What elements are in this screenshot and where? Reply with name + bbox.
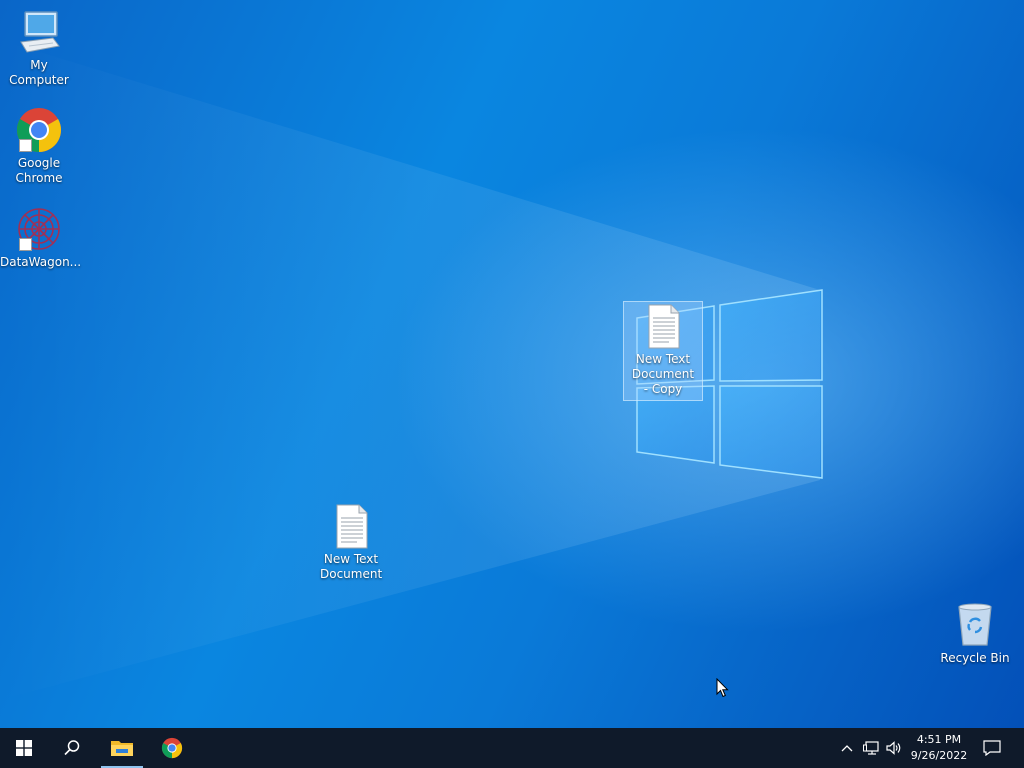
clock-time: 4:51 PM bbox=[916, 733, 962, 746]
chrome-icon bbox=[161, 737, 183, 759]
volume-button[interactable] bbox=[883, 728, 905, 768]
text-document-icon bbox=[327, 502, 375, 550]
desktop-icon-my-computer[interactable]: My Computer bbox=[0, 8, 78, 88]
mouse-cursor-icon bbox=[716, 678, 729, 698]
action-center-button[interactable] bbox=[980, 728, 1004, 768]
taskbar-file-explorer[interactable] bbox=[98, 728, 146, 768]
network-button[interactable] bbox=[860, 728, 882, 768]
desktop-icon-label: New Text Document - Copy bbox=[631, 352, 695, 396]
clock[interactable]: 4:51 PM 9/26/2022 bbox=[906, 728, 972, 768]
taskbar: 4:51 PM 9/26/2022 bbox=[0, 728, 1024, 768]
shortcut-arrow-icon bbox=[19, 238, 32, 251]
computer-icon bbox=[15, 8, 63, 56]
taskbar-google-chrome[interactable] bbox=[148, 728, 196, 768]
desktop[interactable]: My Computer Google Chrome DataWagon... N… bbox=[0, 0, 1024, 728]
show-hidden-icons-button[interactable] bbox=[836, 728, 858, 768]
text-document-icon bbox=[639, 302, 687, 350]
network-icon bbox=[863, 741, 879, 755]
desktop-icon-new-text-document[interactable]: New Text Document bbox=[312, 502, 390, 582]
search-icon bbox=[64, 740, 80, 756]
desktop-icon-google-chrome[interactable]: Google Chrome bbox=[0, 106, 78, 186]
chevron-up-icon bbox=[841, 745, 853, 752]
folder-icon bbox=[111, 741, 133, 756]
desktop-icon-label: DataWagon... bbox=[0, 255, 82, 269]
desktop-icon-recycle-bin[interactable]: Recycle Bin bbox=[936, 601, 1014, 666]
wallpaper bbox=[0, 40, 823, 700]
desktop-icon-new-text-document-copy[interactable]: New Text Document - Copy bbox=[623, 301, 703, 401]
search-button[interactable] bbox=[48, 728, 96, 768]
notification-icon bbox=[983, 740, 1001, 756]
datawagon-icon bbox=[15, 205, 63, 253]
desktop-icon-label: New Text Document bbox=[320, 552, 383, 581]
chrome-icon bbox=[15, 106, 63, 154]
windows-logo-icon bbox=[16, 740, 32, 756]
shortcut-arrow-icon bbox=[19, 139, 32, 152]
desktop-icon-label: My Computer bbox=[9, 58, 69, 87]
desktop-icon-datawagon[interactable]: DataWagon... bbox=[0, 205, 82, 270]
recycle-bin-icon bbox=[951, 601, 999, 649]
desktop-icon-label: Recycle Bin bbox=[940, 651, 1010, 665]
start-button[interactable] bbox=[0, 728, 48, 768]
clock-date: 9/26/2022 bbox=[910, 749, 968, 762]
desktop-icon-label: Google Chrome bbox=[15, 156, 63, 185]
volume-icon bbox=[886, 741, 901, 755]
